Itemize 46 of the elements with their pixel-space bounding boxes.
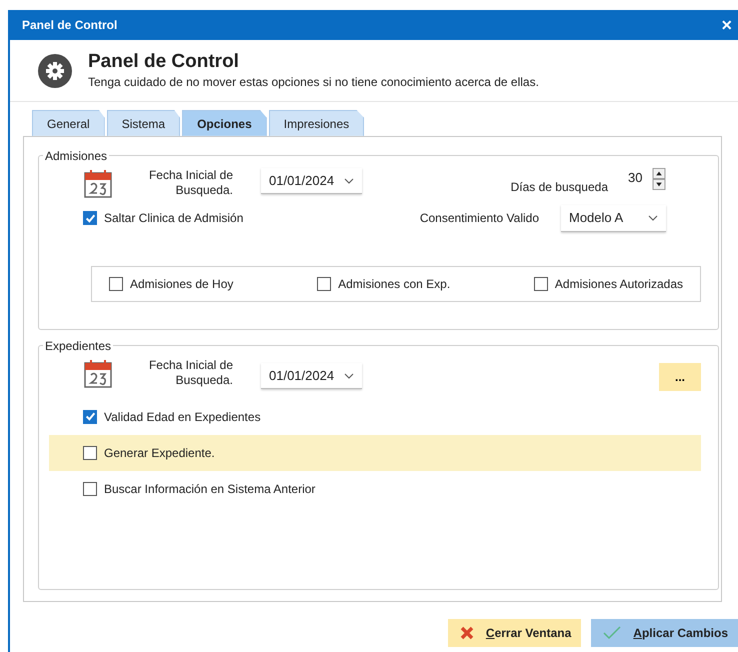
checkbox[interactable]	[109, 276, 123, 291]
combo-value: 01/01/2024	[269, 366, 334, 385]
more-button[interactable]: ...	[659, 362, 701, 391]
checkbox-label: Buscar Información en Sistema Anterior	[104, 480, 316, 498]
combo-value: Modelo A	[569, 209, 624, 228]
chevron-down-icon	[344, 372, 354, 379]
date-picker[interactable]: 01/01/2024	[261, 362, 362, 390]
checkbox-label: Validad Edad en Expedientes	[104, 408, 261, 426]
close-icon	[460, 626, 474, 640]
field-label: Fecha Inicial de Busqueda.	[148, 168, 233, 200]
checkbox[interactable]	[534, 276, 548, 291]
checkbox-label: Generar Expediente.	[104, 444, 215, 462]
checkbox[interactable]	[83, 410, 97, 424]
check-icon	[603, 626, 622, 640]
calendar-icon	[83, 358, 113, 388]
chevron-down-icon	[648, 214, 658, 221]
field-label: Fecha Inicial de Busqueda.	[148, 358, 233, 390]
checkbox[interactable]	[317, 276, 332, 291]
calendar-icon	[83, 168, 113, 198]
checkbox[interactable]	[83, 482, 97, 496]
checkbox[interactable]	[83, 446, 97, 460]
field-label: Consentimiento Valido	[420, 210, 539, 228]
checkbox-label: Admisiones con Exp.	[338, 276, 450, 293]
field-label: Días de busqueda	[510, 178, 608, 196]
action-button[interactable]: Cerrar Ventana	[448, 618, 582, 647]
tab[interactable]: General	[32, 110, 105, 136]
close-button[interactable]: ×	[719, 16, 734, 34]
checkbox[interactable]	[83, 211, 97, 226]
action-button[interactable]: Aplicar Cambios	[591, 618, 738, 647]
dropdown[interactable]: Modelo A	[561, 205, 666, 232]
settings-icon	[38, 54, 72, 88]
tab[interactable]: Impresiones	[268, 110, 364, 136]
checkbox-label: Admisiones de Hoy	[130, 276, 234, 293]
checkbox-label: Admisiones Autorizadas	[554, 276, 683, 293]
header-title: Panel de Control	[88, 52, 240, 73]
chevron-down-icon	[344, 178, 354, 184]
number-field[interactable]: 30	[628, 168, 666, 190]
tab[interactable]: Sistema	[106, 110, 180, 136]
combo-value: 01/01/2024	[269, 172, 334, 190]
spin-up-icon	[652, 168, 666, 179]
date-picker[interactable]: 01/01/2024	[261, 168, 362, 194]
spin-down-icon	[652, 178, 666, 190]
checkbox-label: Saltar Clinica de Admisión	[104, 210, 244, 228]
window-title: Panel de Control	[22, 17, 118, 34]
tab[interactable]: Opciones	[182, 110, 267, 136]
header-subtitle: Tenga cuidado de no mover estas opciones si no tiene conocimiento acerca de ellas.	[88, 74, 539, 91]
